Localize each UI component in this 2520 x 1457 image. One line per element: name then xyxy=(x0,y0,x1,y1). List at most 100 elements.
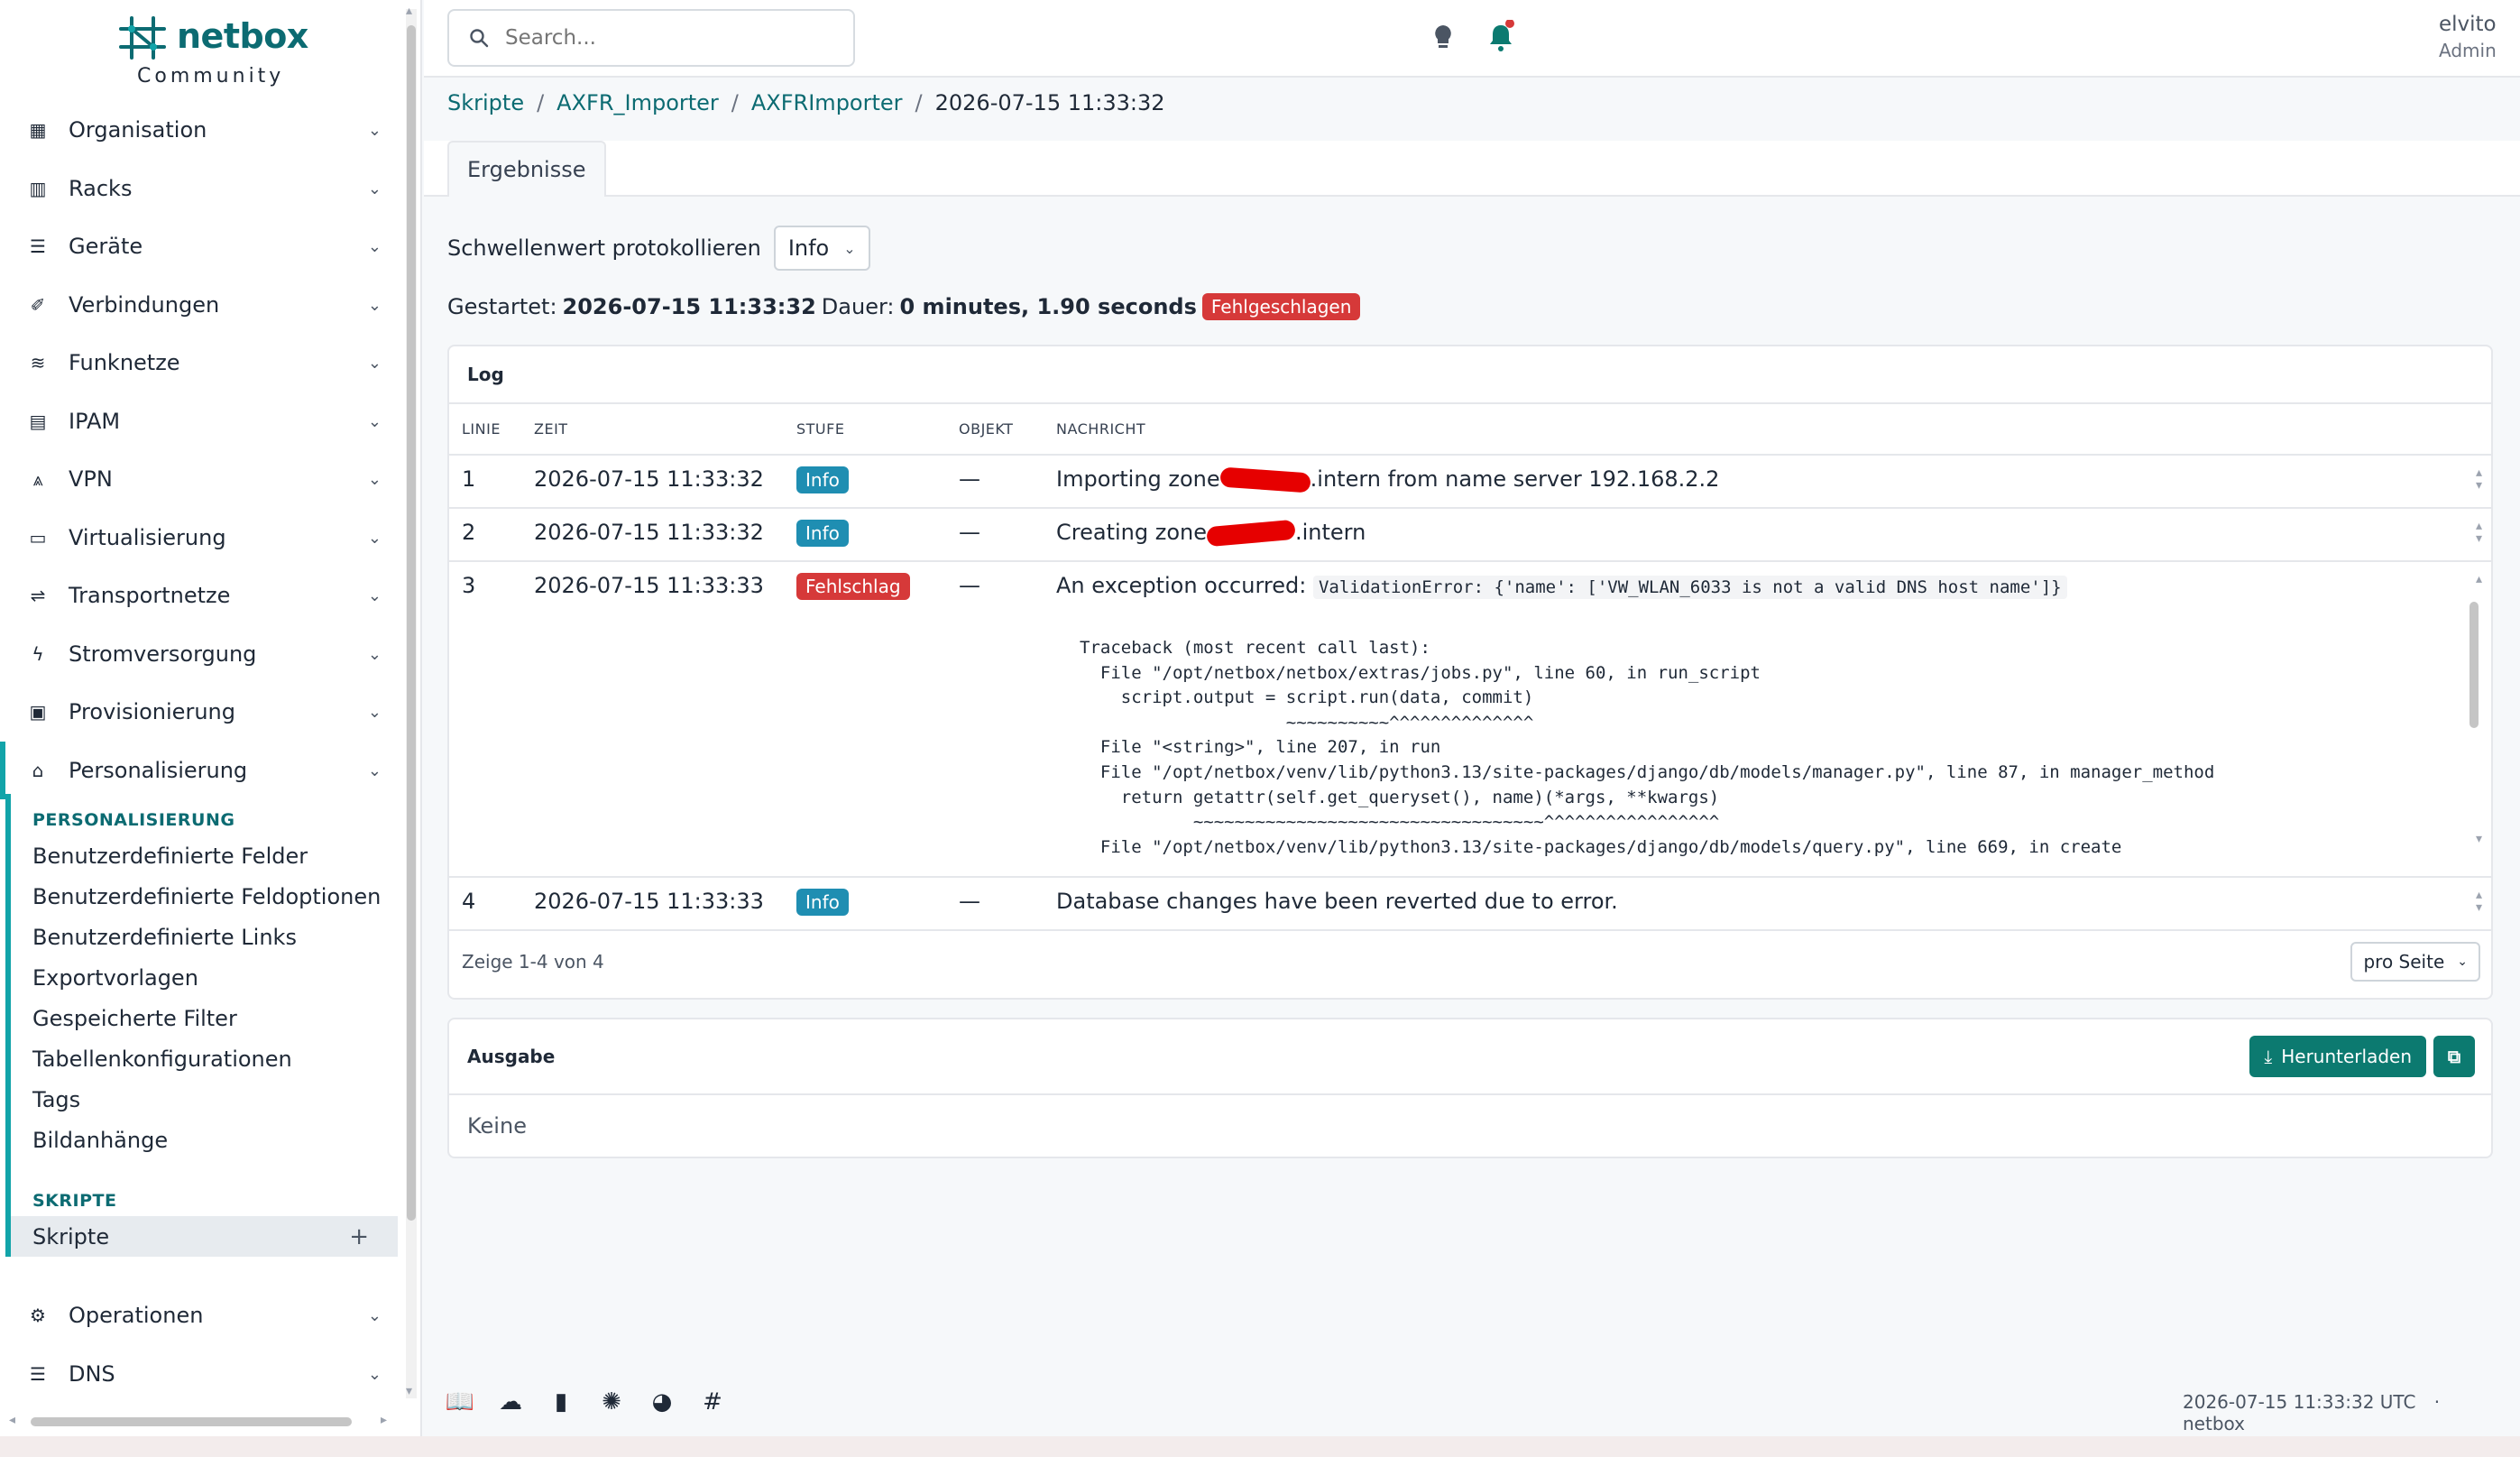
output-card-header: Ausgabe ⤓ Herunterladen ⧉ xyxy=(449,1019,2491,1095)
sidebar-item-dns[interactable]: ☰ DNS ⌄ xyxy=(0,1345,401,1404)
netbox-logo-icon xyxy=(119,16,166,60)
rack-icon: ▥ xyxy=(29,177,47,199)
netbox-logo[interactable]: netbox Community xyxy=(117,13,334,90)
sidebar-item-organisation[interactable]: ▦ Organisation ⌄ xyxy=(0,101,401,160)
col-header-time[interactable]: ZEIT xyxy=(521,404,784,456)
brand-name: netbox xyxy=(177,16,308,56)
cell-object: — xyxy=(946,561,1044,878)
search-box[interactable] xyxy=(447,9,855,67)
scroll-up-arrow-icon[interactable]: ▴ xyxy=(2476,573,2482,586)
sidebar-item-label: Verbindungen xyxy=(69,291,220,318)
sidebar-link-saved-filters[interactable]: Gespeicherte Filter xyxy=(11,998,401,1038)
sidebar-item-label: Provisionierung xyxy=(69,699,235,725)
sidebar-item-operationen[interactable]: ⚙ Operationen ⌄ xyxy=(0,1286,401,1345)
github-icon[interactable]: ◕ xyxy=(648,1388,676,1416)
scroll-down-arrow-icon[interactable]: ▾ xyxy=(2476,833,2482,845)
sidebar-link-image-attachments[interactable]: Bildanhänge xyxy=(11,1120,401,1160)
sidebar-link-label: Skripte xyxy=(32,1223,110,1250)
slack-icon[interactable]: # xyxy=(698,1388,727,1416)
scroll-right-arrow-icon[interactable]: ▸ xyxy=(381,1413,387,1427)
cell-message: Importing zone .intern from name server 1… xyxy=(1044,455,2491,509)
col-header-message[interactable]: NACHRICHT xyxy=(1044,404,2491,456)
table-row: 4 2026-07-15 11:33:33 Info — Database ch… xyxy=(449,877,2491,931)
sidebar-link-custom-links[interactable]: Benutzerdefinierte Links xyxy=(11,917,401,957)
sidebar-item-virtualisierung[interactable]: ▭ Virtualisierung ⌄ xyxy=(0,509,401,567)
cell-object: — xyxy=(946,508,1044,562)
docs-book-icon[interactable]: 📖 xyxy=(446,1388,474,1416)
breadcrumb-skripte[interactable]: Skripte xyxy=(447,90,524,115)
sidebar-item-label: VPN xyxy=(69,466,113,493)
chevron-down-icon: ⌄ xyxy=(367,703,382,722)
sidebar-item-racks[interactable]: ▥ Racks ⌄ xyxy=(0,160,401,218)
log-threshold-select[interactable]: Info ⌄ xyxy=(773,226,870,271)
resize-handle-icon[interactable]: ▴ ▾ xyxy=(2476,520,2482,545)
sidebar-scrollbar-thumb[interactable] xyxy=(407,25,416,1221)
search-input[interactable] xyxy=(505,26,830,50)
cable-icon: ✐ xyxy=(30,293,46,316)
col-header-level[interactable]: STUFE xyxy=(784,404,946,456)
level-badge: Info xyxy=(796,466,849,493)
cell-level: Fehlschlag xyxy=(784,561,946,878)
sidebar-link-table-configs[interactable]: Tabellenkonfigurationen xyxy=(11,1038,401,1079)
section-heading-personalisierung: PERSONALISIERUNG xyxy=(32,810,235,830)
api-cloud-icon[interactable]: ☁ xyxy=(496,1388,525,1416)
sidebar-item-stromversorgung[interactable]: ϟ Stromversorgung ⌄ xyxy=(0,625,401,684)
sidebar-item-funknetze[interactable]: ≋ Funknetze ⌄ xyxy=(0,334,401,392)
resize-handle-icon[interactable]: ▴ ▾ xyxy=(2476,889,2482,914)
brand-sub: Community xyxy=(137,65,285,88)
user-menu[interactable]: elvito Admin xyxy=(2439,13,2497,61)
output-card: Ausgabe ⤓ Herunterladen ⧉ Keine xyxy=(447,1018,2493,1158)
log-threshold-value: Info xyxy=(787,235,830,261)
log-threshold-label: Schwellenwert protokollieren xyxy=(447,235,761,261)
level-badge: Info xyxy=(796,889,849,916)
sidebar-link-custom-field-choices[interactable]: Benutzerdefinierte Feldoptionen xyxy=(11,876,401,917)
tab-ergebnisse[interactable]: Ergebnisse xyxy=(447,141,606,197)
download-button[interactable]: ⤓ Herunterladen xyxy=(2249,1036,2426,1077)
sidebar-link-custom-fields[interactable]: Benutzerdefinierte Felder xyxy=(11,835,401,876)
sidebar-item-verbindungen[interactable]: ✐ Verbindungen ⌄ xyxy=(0,276,401,335)
resize-handle-icon[interactable]: ▴ ▾ xyxy=(2476,466,2482,492)
breadcrumb-axfr-importer[interactable]: AXFR_Importer xyxy=(556,90,719,115)
col-header-line[interactable]: LINIE xyxy=(449,404,521,456)
scroll-down-arrow-icon[interactable]: ▾ xyxy=(406,1384,412,1398)
building-icon: ▦ xyxy=(29,119,47,142)
cell-time: 2026-07-15 11:33:32 xyxy=(521,455,784,509)
graphql-icon[interactable]: ✺ xyxy=(597,1388,626,1416)
lightbulb-icon[interactable] xyxy=(1427,20,1459,56)
sidebar-item-personalisierung[interactable]: ⌂ Personalisierung ⌄ xyxy=(0,741,401,799)
traceback-scrollbar-thumb[interactable] xyxy=(2469,602,2479,728)
scroll-left-arrow-icon[interactable]: ◂ xyxy=(9,1413,15,1427)
sidebar-scrollbar[interactable]: ▴ ▾ xyxy=(406,4,417,1398)
cell-line: 3 xyxy=(449,561,521,878)
chevron-down-icon: ⌄ xyxy=(367,237,382,256)
sidebar-item-label: DNS xyxy=(69,1360,115,1387)
sidebar-nav: ▦ Organisation ⌄ ▥ Racks ⌄ ☰ Geräte ⌄ ✐ … xyxy=(0,101,401,799)
cogs-icon: ⚙ xyxy=(30,1305,46,1327)
per-page-select[interactable]: pro Seite ⌄ xyxy=(2350,942,2480,982)
sidebar-item-vpn[interactable]: ⩓ VPN ⌄ xyxy=(0,450,401,509)
sidebar-hscrollbar[interactable]: ◂ ▸ xyxy=(9,1413,397,1429)
add-icon[interactable]: + xyxy=(349,1223,369,1250)
breadcrumb-separator: / xyxy=(915,90,923,115)
scroll-up-arrow-icon[interactable]: ▴ xyxy=(406,4,412,18)
sidebar-link-skripte[interactable]: Skripte + xyxy=(11,1216,398,1257)
sidebar-item-ipam[interactable]: ▤ IPAM ⌄ xyxy=(0,392,401,451)
copy-button[interactable]: ⧉ xyxy=(2433,1036,2475,1077)
cell-time: 2026-07-15 11:33:33 xyxy=(521,561,784,878)
sidebar-link-export-templates[interactable]: Exportvorlagen xyxy=(11,957,401,998)
sidebar-item-geraete[interactable]: ☰ Geräte ⌄ xyxy=(0,217,401,276)
footer-separator: · xyxy=(2433,1391,2441,1413)
notification-bell-icon[interactable] xyxy=(1485,20,1517,56)
sidebar-link-tags[interactable]: Tags xyxy=(11,1079,401,1120)
bookmark-icon[interactable]: ▮ xyxy=(547,1388,575,1416)
duration-label: Dauer: xyxy=(821,294,895,319)
sidebar-item-provisionierung[interactable]: ▣ Provisionierung ⌄ xyxy=(0,683,401,742)
breadcrumb-axfrimporter[interactable]: AXFRImporter xyxy=(751,90,903,115)
sidebar-hscrollbar-thumb[interactable] xyxy=(31,1417,352,1426)
traceback-scrollbar[interactable] xyxy=(2469,593,2480,836)
chevron-down-icon: ⌄ xyxy=(367,354,382,373)
sidebar-item-transportnetze[interactable]: ⇌ Transportnetze ⌄ xyxy=(0,567,401,625)
breadcrumb-separator: / xyxy=(537,90,545,115)
col-header-object[interactable]: OBJEKT xyxy=(946,404,1044,456)
message-text: An exception occurred: xyxy=(1056,573,1307,598)
